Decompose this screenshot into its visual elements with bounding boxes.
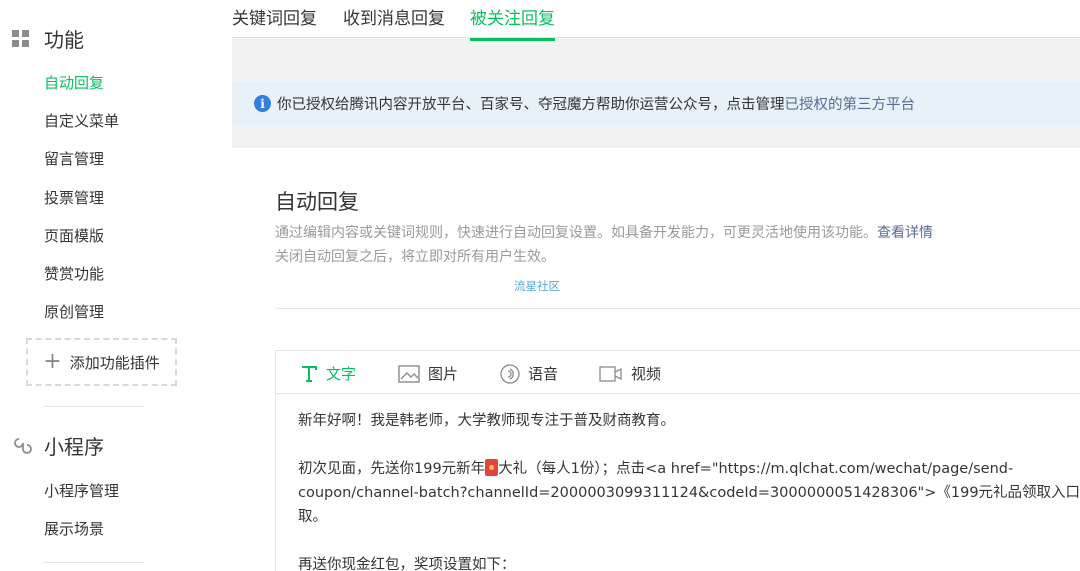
section-features-title: 功能 xyxy=(44,28,84,52)
content-blank-line xyxy=(298,433,1080,457)
tool-video[interactable]: 视频 xyxy=(599,363,661,384)
tab-message-reply[interactable]: 收到消息回复 xyxy=(343,4,445,38)
content-blank-line xyxy=(298,529,1080,553)
tool-text[interactable]: 文字 xyxy=(300,363,356,384)
add-plugin-label: 添加功能插件 xyxy=(69,353,160,372)
description: 通过编辑内容或关键词规则，快速进行自动回复设置。如具备开发能力，可更灵活地使用该… xyxy=(275,222,933,242)
tab-keyword-reply[interactable]: 关键词回复 xyxy=(232,4,317,38)
sidebar-item-page-templates[interactable]: 页面模版 xyxy=(44,225,104,246)
sidebar-item-original[interactable]: 原创管理 xyxy=(44,301,104,322)
info-icon: i xyxy=(254,95,271,112)
tool-voice[interactable]: 语音 xyxy=(500,363,558,384)
text-icon xyxy=(300,365,318,383)
sidebar-divider xyxy=(44,406,144,407)
section-features: 功能 xyxy=(10,24,84,53)
sidebar-item-comments[interactable]: 留言管理 xyxy=(44,148,104,169)
tab-follow-reply[interactable]: 被关注回复 xyxy=(470,4,555,41)
sidebar-item-appreciation[interactable]: 赞赏功能 xyxy=(44,263,104,284)
add-plugin-button[interactable]: + 添加功能插件 xyxy=(26,338,177,386)
third-party-platform-link[interactable]: 已授权的第三方平台 xyxy=(785,93,916,114)
watermark: 流星社区 xyxy=(514,279,560,293)
authorization-notice: i 你已授权给腾讯内容开放平台、百家号、夺冠魔方帮助你运营公众号，点击管理 已授权… xyxy=(232,82,1080,125)
reply-tabs: 关键词回复 收到消息回复 被关注回复 xyxy=(232,0,1080,41)
video-icon xyxy=(599,365,623,383)
tool-voice-label: 语音 xyxy=(528,365,559,383)
sidebar-item-votes[interactable]: 投票管理 xyxy=(44,187,104,208)
page-title: 自动回复 xyxy=(275,190,359,214)
reply-editor: 文字 图片 语音 视频 新年好啊！我是韩老师，大学教师现专注于普及财商教育。 初… xyxy=(275,350,1080,571)
view-details-link[interactable]: 查看详情 xyxy=(877,225,933,241)
content-line: coupon/channel-batch?channelId=200000309… xyxy=(298,485,1080,501)
grid-icon xyxy=(10,28,32,50)
voice-icon xyxy=(500,363,520,384)
mini-program-icon xyxy=(10,435,32,457)
tool-image-label: 图片 xyxy=(428,365,459,383)
sidebar-item-display-scenes[interactable]: 展示场景 xyxy=(44,518,104,539)
sidebar-item-custom-menu[interactable]: 自定义菜单 xyxy=(44,110,119,131)
card-divider xyxy=(275,308,1080,309)
tool-video-label: 视频 xyxy=(631,365,662,383)
content-line: 初次见面，先送你199元新年 大礼（每人1份）；点击<a href="https:… xyxy=(298,457,1080,481)
reply-content[interactable]: 新年好啊！我是韩老师，大学教师现专注于普及财商教育。 初次见面，先送你199元新… xyxy=(298,409,1080,571)
notice-text: 你已授权给腾讯内容开放平台、百家号、夺冠魔方帮助你运营公众号，点击管理 xyxy=(277,97,785,113)
tool-text-label: 文字 xyxy=(326,365,357,383)
content-segment: 初次见面，先送你199元新年 xyxy=(298,461,486,477)
sidebar-item-auto-reply[interactable]: 自动回复 xyxy=(44,72,104,93)
description-note: 关闭自动回复之后，将立即对所有用户生效。 xyxy=(275,249,555,265)
auto-reply-card: 自动回复 通过编辑内容或关键词规则，快速进行自动回复设置。如具备开发能力，可更灵… xyxy=(232,148,1080,571)
content-line: 取。 xyxy=(298,509,327,525)
content-line: 再送你现金红包，奖项设置如下： xyxy=(298,557,516,571)
sidebar-item-mini-program-manage[interactable]: 小程序管理 xyxy=(44,480,119,501)
red-envelope-icon xyxy=(485,459,499,476)
content-segment: 大礼（每人1份）；点击<a href="https://m.qlchat.com… xyxy=(498,461,1014,477)
editor-toolbar: 文字 图片 语音 视频 xyxy=(276,351,1080,394)
tool-image[interactable]: 图片 xyxy=(398,363,458,384)
section-mini-program-title: 小程序 xyxy=(44,435,104,459)
content-line: 新年好啊！我是韩老师，大学教师现专注于普及财商教育。 xyxy=(298,413,675,429)
image-icon xyxy=(398,364,420,383)
description-text: 通过编辑内容或关键词规则，快速进行自动回复设置。如具备开发能力，可更灵活地使用该… xyxy=(275,225,877,241)
sidebar-divider xyxy=(44,562,144,563)
sidebar: 功能 自动回复 自定义菜单 留言管理 投票管理 页面模版 赞赏功能 原创管理 +… xyxy=(0,0,232,571)
plus-icon: + xyxy=(43,349,62,374)
section-mini-program: 小程序 xyxy=(10,431,104,460)
